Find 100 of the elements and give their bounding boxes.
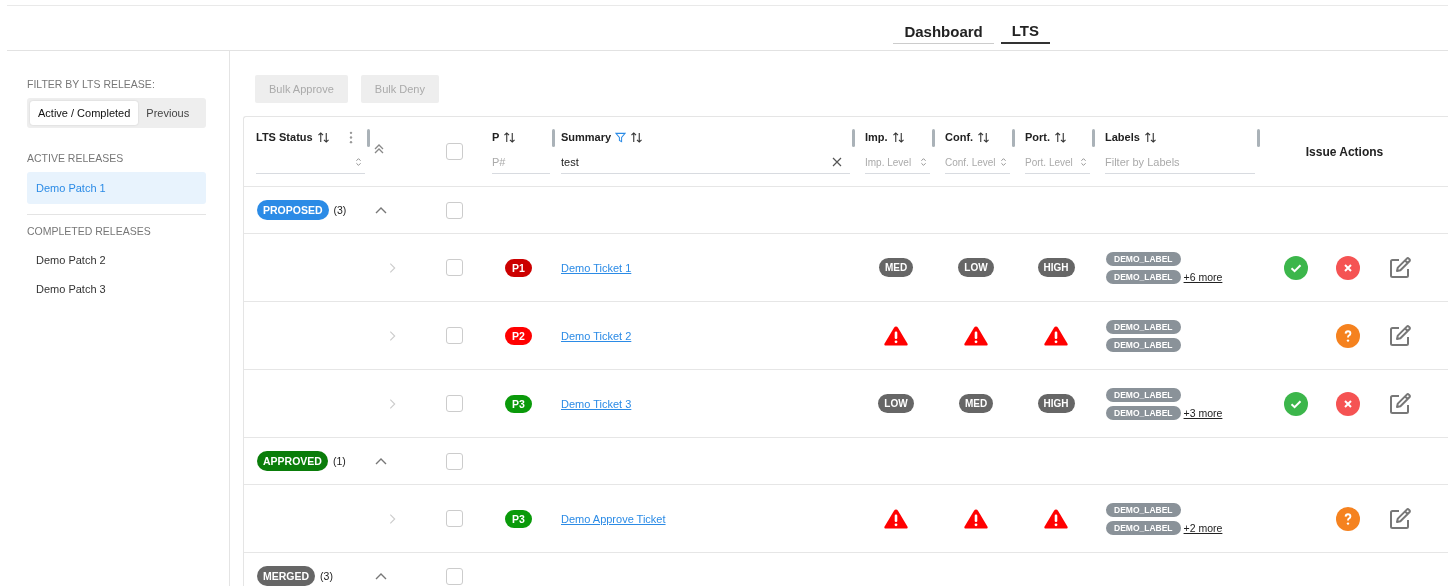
level-badge: MED xyxy=(878,258,914,277)
chevron-right-icon[interactable] xyxy=(389,512,396,525)
deny-icon[interactable] xyxy=(1336,255,1360,280)
kebab-menu-icon[interactable] xyxy=(349,130,353,144)
updown-icon xyxy=(355,157,362,167)
ticket-link[interactable]: Demo Ticket 3 xyxy=(561,397,632,410)
column-resizer[interactable] xyxy=(1257,129,1260,147)
filter-input[interactable]: test xyxy=(561,156,832,168)
filter-heading: FILTER BY LTS RELEASE: xyxy=(27,78,156,90)
chevron-right-icon[interactable] xyxy=(389,261,396,274)
group-count: (3) xyxy=(320,570,333,582)
updown-icon xyxy=(1080,157,1087,167)
label-tag: DEMO_LABEL xyxy=(1106,337,1181,352)
sort-icon[interactable] xyxy=(503,131,517,143)
sort-icon[interactable] xyxy=(891,131,905,143)
close-icon[interactable] xyxy=(832,157,842,167)
nav-tab[interactable]: Dashboard xyxy=(893,22,994,44)
column-header[interactable]: P xyxy=(492,131,500,143)
column-resizer[interactable] xyxy=(1012,129,1015,147)
warning-icon xyxy=(963,324,989,347)
column-resizer[interactable] xyxy=(552,129,555,147)
level-badge: HIGH xyxy=(1037,258,1075,277)
priority-badge: P2 xyxy=(505,326,532,345)
edit-icon[interactable] xyxy=(1388,255,1412,280)
chevron-right-icon[interactable] xyxy=(389,329,396,342)
priority-badge: P1 xyxy=(505,258,532,277)
filter-icon[interactable] xyxy=(615,131,627,143)
column-header[interactable]: Conf. xyxy=(945,131,974,143)
status-badge: MERGED xyxy=(257,566,316,586)
updown-icon xyxy=(1000,157,1007,167)
section-heading: ACTIVE RELEASES xyxy=(27,152,125,164)
label-tag: DEMO_LABEL xyxy=(1106,387,1181,402)
ticket-link[interactable]: Demo Approve Ticket xyxy=(561,512,666,525)
checkbox[interactable] xyxy=(446,201,463,219)
more-labels-link[interactable]: +2 more xyxy=(1183,521,1223,534)
toggle-option[interactable]: Active / Completed xyxy=(30,101,139,125)
ticket-link[interactable]: Demo Ticket 1 xyxy=(561,261,632,274)
filter-input[interactable]: Filter by Labels xyxy=(1105,156,1255,168)
edit-icon[interactable] xyxy=(1388,391,1412,416)
checkbox[interactable] xyxy=(446,259,463,276)
question-icon[interactable] xyxy=(1336,506,1360,531)
filter-input[interactable]: P# xyxy=(492,156,550,168)
collapse-all-icon[interactable] xyxy=(373,143,385,155)
checkbox[interactable] xyxy=(446,395,463,412)
sort-icon[interactable] xyxy=(316,131,330,143)
chevron-up-icon[interactable] xyxy=(375,572,387,580)
level-badge: MED xyxy=(958,394,994,413)
ticket-link[interactable]: Demo Ticket 2 xyxy=(561,329,632,342)
warning-icon xyxy=(1043,507,1069,530)
question-icon[interactable] xyxy=(1336,323,1360,348)
level-badge: HIGH xyxy=(1037,394,1075,413)
column-resizer[interactable] xyxy=(932,129,935,147)
toggle-option[interactable]: Previous xyxy=(138,101,198,125)
checkbox[interactable] xyxy=(446,327,463,344)
warning-icon xyxy=(883,507,909,530)
status-badge: PROPOSED xyxy=(257,200,329,220)
warning-icon xyxy=(963,507,989,530)
more-labels-link[interactable]: +6 more xyxy=(1183,270,1223,283)
column-header[interactable]: Labels xyxy=(1105,131,1140,143)
priority-badge: P3 xyxy=(505,394,532,413)
sort-icon[interactable] xyxy=(1143,131,1157,143)
column-header[interactable]: LTS Status xyxy=(256,131,313,143)
column-resizer[interactable] xyxy=(1092,129,1095,147)
level-badge: LOW xyxy=(958,258,994,277)
column-header: Issue Actions xyxy=(1305,144,1384,159)
group-count: (3) xyxy=(333,204,347,216)
label-tag: DEMO_LABEL xyxy=(1106,520,1181,535)
column-header[interactable]: Imp. xyxy=(865,131,888,143)
release-item[interactable]: Demo Patch 3 xyxy=(27,274,206,303)
column-header[interactable]: Summary xyxy=(561,131,612,143)
sort-icon[interactable] xyxy=(977,131,991,143)
warning-icon xyxy=(1043,324,1069,347)
checkbox[interactable] xyxy=(446,452,463,470)
checkbox[interactable] xyxy=(446,510,463,527)
level-badge: LOW xyxy=(878,394,914,413)
deny-icon[interactable] xyxy=(1336,391,1360,416)
column-header[interactable]: Port. xyxy=(1025,131,1051,143)
label-tag: DEMO_LABEL xyxy=(1106,502,1181,517)
checkbox[interactable] xyxy=(446,143,463,160)
label-tag: DEMO_LABEL xyxy=(1106,251,1181,266)
status-badge: APPROVED xyxy=(257,451,328,471)
nav-tab[interactable]: LTS xyxy=(1000,22,1050,44)
release-item[interactable]: Demo Patch 2 xyxy=(27,245,206,274)
edit-icon[interactable] xyxy=(1388,506,1412,531)
approve-icon[interactable] xyxy=(1284,255,1308,280)
checkbox[interactable] xyxy=(446,567,463,585)
section-heading: COMPLETED RELEASES xyxy=(27,225,152,237)
column-resizer[interactable] xyxy=(367,129,370,147)
group-count: (1) xyxy=(332,455,346,467)
edit-icon[interactable] xyxy=(1388,323,1412,348)
chevron-up-icon[interactable] xyxy=(375,206,387,214)
priority-badge: P3 xyxy=(505,509,532,528)
chevron-up-icon[interactable] xyxy=(375,457,387,465)
label-tag: DEMO_LABEL xyxy=(1106,405,1181,420)
chevron-right-icon[interactable] xyxy=(389,397,396,410)
more-labels-link[interactable]: +3 more xyxy=(1183,406,1223,419)
sort-icon[interactable] xyxy=(630,131,644,143)
approve-icon[interactable] xyxy=(1284,391,1308,416)
sort-icon[interactable] xyxy=(1054,131,1068,143)
column-resizer[interactable] xyxy=(852,129,855,147)
